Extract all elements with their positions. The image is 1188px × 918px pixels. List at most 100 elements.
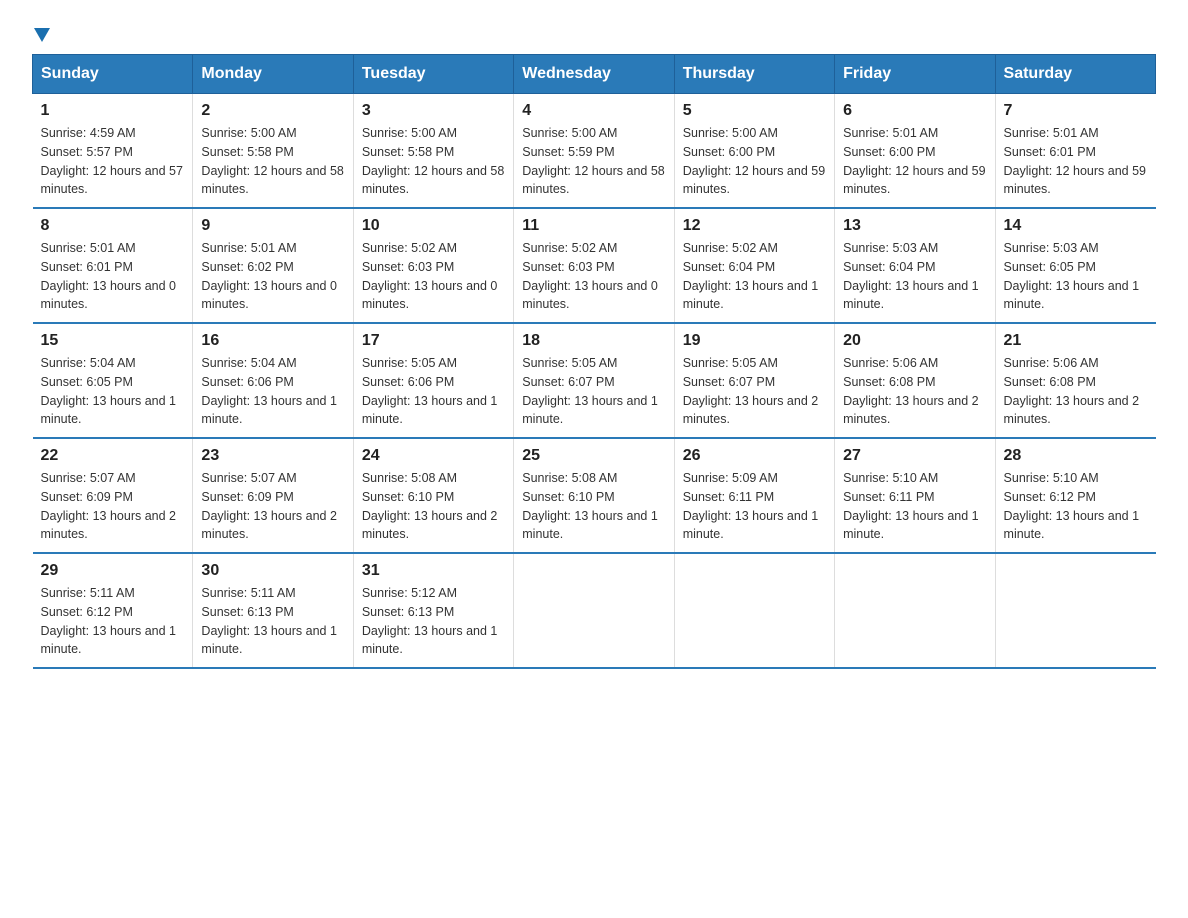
day-number: 10 — [362, 217, 505, 235]
page-header — [32, 24, 1156, 38]
day-info: Sunrise: 5:06 AMSunset: 6:08 PMDaylight:… — [843, 354, 986, 429]
calendar-week-row: 15 Sunrise: 5:04 AMSunset: 6:05 PMDayligh… — [33, 323, 1156, 438]
calendar-cell: 24 Sunrise: 5:08 AMSunset: 6:10 PMDayligh… — [353, 438, 513, 553]
day-number: 29 — [41, 562, 185, 580]
calendar-cell: 16 Sunrise: 5:04 AMSunset: 6:06 PMDayligh… — [193, 323, 353, 438]
calendar-week-row: 22 Sunrise: 5:07 AMSunset: 6:09 PMDayligh… — [33, 438, 1156, 553]
day-info: Sunrise: 5:03 AMSunset: 6:05 PMDaylight:… — [1004, 239, 1148, 314]
day-number: 2 — [201, 102, 344, 120]
day-number: 3 — [362, 102, 505, 120]
day-number: 1 — [41, 102, 185, 120]
calendar-cell: 26 Sunrise: 5:09 AMSunset: 6:11 PMDayligh… — [674, 438, 834, 553]
logo — [32, 24, 52, 38]
calendar-cell: 6Sunrise: 5:01 AMSunset: 6:00 PMDaylight… — [835, 94, 995, 209]
day-info: Sunrise: 4:59 AMSunset: 5:57 PMDaylight:… — [41, 124, 185, 199]
day-number: 6 — [843, 102, 986, 120]
calendar-cell: 1 Sunrise: 4:59 AMSunset: 5:57 PMDaylight… — [33, 94, 193, 209]
day-info: Sunrise: 5:09 AMSunset: 6:11 PMDaylight:… — [683, 469, 826, 544]
calendar-cell: 14 Sunrise: 5:03 AMSunset: 6:05 PMDayligh… — [995, 208, 1155, 323]
calendar-cell: 30 Sunrise: 5:11 AMSunset: 6:13 PMDayligh… — [193, 553, 353, 668]
calendar-header-row: Sunday Monday Tuesday Wednesday Thursday… — [33, 55, 1156, 94]
calendar-cell: 28 Sunrise: 5:10 AMSunset: 6:12 PMDayligh… — [995, 438, 1155, 553]
day-number: 26 — [683, 447, 826, 465]
day-info: Sunrise: 5:00 AMSunset: 5:58 PMDaylight:… — [201, 124, 344, 199]
calendar-cell: 19Sunrise: 5:05 AMSunset: 6:07 PMDayligh… — [674, 323, 834, 438]
day-number: 24 — [362, 447, 505, 465]
day-number: 22 — [41, 447, 185, 465]
day-number: 14 — [1004, 217, 1148, 235]
day-info: Sunrise: 5:10 AMSunset: 6:12 PMDaylight:… — [1004, 469, 1148, 544]
calendar-week-row: 29Sunrise: 5:11 AMSunset: 6:12 PMDayligh… — [33, 553, 1156, 668]
day-info: Sunrise: 5:02 AMSunset: 6:03 PMDaylight:… — [522, 239, 665, 314]
day-number: 16 — [201, 332, 344, 350]
day-info: Sunrise: 5:03 AMSunset: 6:04 PMDaylight:… — [843, 239, 986, 314]
calendar-cell: 11 Sunrise: 5:02 AMSunset: 6:03 PMDayligh… — [514, 208, 674, 323]
day-info: Sunrise: 5:02 AMSunset: 6:03 PMDaylight:… — [362, 239, 505, 314]
day-info: Sunrise: 5:04 AMSunset: 6:05 PMDaylight:… — [41, 354, 185, 429]
day-number: 12 — [683, 217, 826, 235]
header-thursday: Thursday — [674, 55, 834, 94]
calendar-cell: 12 Sunrise: 5:02 AMSunset: 6:04 PMDayligh… — [674, 208, 834, 323]
calendar-cell: 25 Sunrise: 5:08 AMSunset: 6:10 PMDayligh… — [514, 438, 674, 553]
day-number: 19 — [683, 332, 826, 350]
day-info: Sunrise: 5:00 AMSunset: 6:00 PMDaylight:… — [683, 124, 826, 199]
header-sunday: Sunday — [33, 55, 193, 94]
header-monday: Monday — [193, 55, 353, 94]
day-number: 30 — [201, 562, 344, 580]
calendar-cell: 3 Sunrise: 5:00 AMSunset: 5:58 PMDaylight… — [353, 94, 513, 209]
day-number: 21 — [1004, 332, 1148, 350]
header-friday: Friday — [835, 55, 995, 94]
calendar-cell: 17 Sunrise: 5:05 AMSunset: 6:06 PMDayligh… — [353, 323, 513, 438]
calendar-cell: 31 Sunrise: 5:12 AMSunset: 6:13 PMDayligh… — [353, 553, 513, 668]
calendar-cell: 29Sunrise: 5:11 AMSunset: 6:12 PMDayligh… — [33, 553, 193, 668]
day-number: 25 — [522, 447, 665, 465]
calendar-week-row: 1 Sunrise: 4:59 AMSunset: 5:57 PMDaylight… — [33, 94, 1156, 209]
day-info: Sunrise: 5:02 AMSunset: 6:04 PMDaylight:… — [683, 239, 826, 314]
day-info: Sunrise: 5:08 AMSunset: 6:10 PMDaylight:… — [522, 469, 665, 544]
day-number: 15 — [41, 332, 185, 350]
day-number: 31 — [362, 562, 505, 580]
day-info: Sunrise: 5:11 AMSunset: 6:13 PMDaylight:… — [201, 584, 344, 659]
day-number: 20 — [843, 332, 986, 350]
day-number: 11 — [522, 217, 665, 235]
day-info: Sunrise: 5:07 AMSunset: 6:09 PMDaylight:… — [201, 469, 344, 544]
calendar-table: Sunday Monday Tuesday Wednesday Thursday… — [32, 54, 1156, 669]
calendar-cell: 23 Sunrise: 5:07 AMSunset: 6:09 PMDayligh… — [193, 438, 353, 553]
header-wednesday: Wednesday — [514, 55, 674, 94]
calendar-cell: 4Sunrise: 5:00 AMSunset: 5:59 PMDaylight… — [514, 94, 674, 209]
day-number: 7 — [1004, 102, 1148, 120]
calendar-cell: 8 Sunrise: 5:01 AMSunset: 6:01 PMDaylight… — [33, 208, 193, 323]
calendar-cell — [995, 553, 1155, 668]
day-number: 23 — [201, 447, 344, 465]
day-number: 8 — [41, 217, 185, 235]
day-info: Sunrise: 5:04 AMSunset: 6:06 PMDaylight:… — [201, 354, 344, 429]
calendar-week-row: 8 Sunrise: 5:01 AMSunset: 6:01 PMDaylight… — [33, 208, 1156, 323]
header-tuesday: Tuesday — [353, 55, 513, 94]
day-info: Sunrise: 5:07 AMSunset: 6:09 PMDaylight:… — [41, 469, 185, 544]
header-saturday: Saturday — [995, 55, 1155, 94]
day-info: Sunrise: 5:01 AMSunset: 6:01 PMDaylight:… — [1004, 124, 1148, 199]
day-info: Sunrise: 5:01 AMSunset: 6:01 PMDaylight:… — [41, 239, 185, 314]
calendar-cell: 22 Sunrise: 5:07 AMSunset: 6:09 PMDayligh… — [33, 438, 193, 553]
day-info: Sunrise: 5:01 AMSunset: 6:02 PMDaylight:… — [201, 239, 344, 314]
day-info: Sunrise: 5:05 AMSunset: 6:06 PMDaylight:… — [362, 354, 505, 429]
calendar-cell — [835, 553, 995, 668]
calendar-cell: 5 Sunrise: 5:00 AMSunset: 6:00 PMDaylight… — [674, 94, 834, 209]
day-number: 9 — [201, 217, 344, 235]
calendar-cell: 27 Sunrise: 5:10 AMSunset: 6:11 PMDayligh… — [835, 438, 995, 553]
day-number: 5 — [683, 102, 826, 120]
day-number: 28 — [1004, 447, 1148, 465]
day-number: 18 — [522, 332, 665, 350]
day-info: Sunrise: 5:10 AMSunset: 6:11 PMDaylight:… — [843, 469, 986, 544]
day-info: Sunrise: 5:08 AMSunset: 6:10 PMDaylight:… — [362, 469, 505, 544]
day-info: Sunrise: 5:12 AMSunset: 6:13 PMDaylight:… — [362, 584, 505, 659]
day-number: 17 — [362, 332, 505, 350]
day-number: 13 — [843, 217, 986, 235]
day-info: Sunrise: 5:00 AMSunset: 5:58 PMDaylight:… — [362, 124, 505, 199]
logo-triangle-icon — [34, 28, 50, 42]
day-info: Sunrise: 5:06 AMSunset: 6:08 PMDaylight:… — [1004, 354, 1148, 429]
calendar-cell: 15 Sunrise: 5:04 AMSunset: 6:05 PMDayligh… — [33, 323, 193, 438]
calendar-cell: 10 Sunrise: 5:02 AMSunset: 6:03 PMDayligh… — [353, 208, 513, 323]
calendar-cell: 7 Sunrise: 5:01 AMSunset: 6:01 PMDaylight… — [995, 94, 1155, 209]
day-number: 27 — [843, 447, 986, 465]
